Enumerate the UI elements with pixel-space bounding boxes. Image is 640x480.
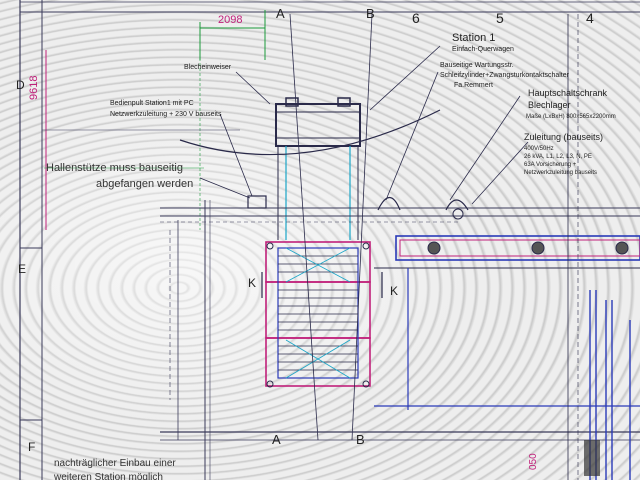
control-panel-label-1: Bedienpult Station1 mit PC [110,100,194,107]
maintenance-note-3: Fa.Remmert [454,82,493,89]
later-station-note-1: nachträglicher Einbau einer [54,458,176,469]
control-panel-label-2: Netzwerkzuleitung + 230 V bauseits [110,111,222,118]
grid-letter-a-bottom: A [272,432,281,447]
maintenance-note-2: Schleifzylinder+Zwangsturkontaktschalter [440,72,569,79]
grid-row-f: F [28,440,36,454]
grid-letter-a-top: A [276,6,285,21]
main-cabinet-label: Hauptschaltschrank [528,88,608,98]
later-station-note-2: weiteren Station möglich [54,472,163,480]
sheet-storage-label: Blechlager [528,100,571,110]
hall-support-note-2: abgefangen werden [96,178,194,190]
section-mark-right: K [390,284,399,298]
grid-letter-b-top: B [366,6,375,21]
supply-line-3: 63A Vorsicherung + [524,162,577,168]
dimension-width: 2098 [218,14,243,26]
grid-number-4: 4 [586,10,594,26]
grid-number-6: 6 [412,10,420,26]
cad-screen: A B 6 5 4 D E F A B K K 2098 9618 050 St… [0,0,640,480]
grid-letter-b-bottom: B [356,432,365,447]
cabinet-size-label: Maße (LxBxH) 800x565x2200mm [526,114,616,120]
dimension-bottom: 050 [528,453,539,470]
grid-row-d: D [16,78,25,92]
supply-title: Zuleitung (bauseits) [524,132,604,142]
sheet-guide-label: Blecheinweiser [184,64,232,71]
station-subtitle: Einfach-Querwagen [452,46,514,53]
supply-line-4: Netzwerkzuleitung bauseits [524,170,598,176]
supply-line-2: 26 kVA, L1, L2, L3, N, PE [524,154,592,160]
dimension-height: 9618 [28,75,40,100]
grid-number-5: 5 [496,10,504,26]
maintenance-note-1: Bauseitige Wartungsstr. [440,62,514,69]
hall-support-note-1: Hallenstütze muss bauseitig [46,162,183,174]
section-mark-left: K [248,276,257,290]
grid-row-e: E [18,262,27,276]
station-title: Station 1 [452,32,496,44]
supply-line-1: 400V/50Hz [524,146,554,152]
